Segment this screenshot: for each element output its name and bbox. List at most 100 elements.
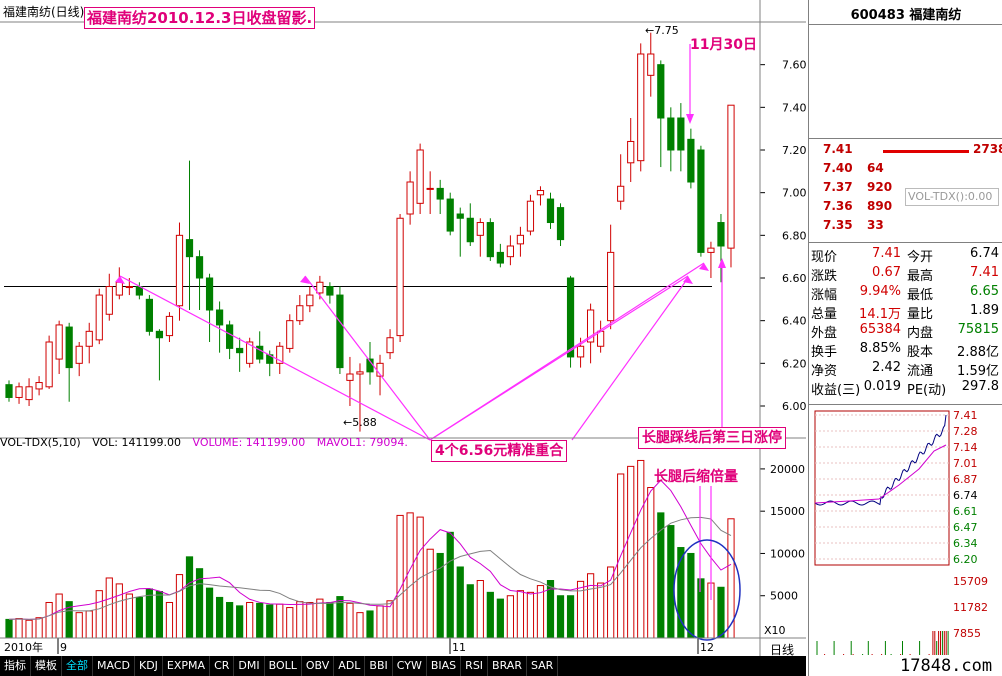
quote-row: 现价 7.41 今开 6.74 (811, 246, 1001, 265)
volume-bar (697, 578, 705, 639)
volume-series (5, 459, 735, 639)
volume-bar (356, 612, 364, 639)
intraday-tick-label: 6.74 (953, 489, 978, 502)
volume-bar (366, 610, 374, 639)
volume-scale-label: X10 (764, 624, 786, 637)
volume-bar (226, 601, 234, 639)
candle-body (326, 286, 334, 296)
candle-body (727, 104, 735, 249)
candle-body (486, 222, 494, 258)
candle-body (215, 309, 224, 326)
indicator-tab[interactable]: MACD (93, 656, 135, 676)
candle-body (226, 324, 234, 349)
intraday-tick-label: 7.01 (953, 457, 978, 470)
candle-body (356, 371, 364, 375)
candle-body (105, 286, 113, 315)
quote-v2: 75815 (957, 322, 999, 337)
volume-bar (5, 618, 13, 639)
candle-body (426, 187, 434, 190)
stock-title: 600483 福建南纺 (850, 8, 962, 23)
volume-bar (556, 595, 565, 639)
quote-v2: 297.8 (961, 379, 999, 394)
candle-body (306, 294, 314, 307)
quote-v1: 65384 (859, 322, 901, 337)
candle-body (707, 247, 715, 253)
volume-bar (667, 525, 675, 639)
volume-bar (637, 459, 645, 639)
intraday-frame (814, 410, 950, 566)
order-volume: 64 (867, 161, 884, 175)
quote-l2: 流通 (907, 364, 934, 379)
quote-row: 换手 8.85% 股本 2.88亿 (811, 341, 1001, 360)
order-volume: 920 (867, 180, 893, 194)
quote-v2: 6.65 (970, 284, 999, 299)
candle-body (617, 185, 625, 202)
candle-body (436, 187, 444, 200)
candle-body (526, 200, 535, 232)
indicator-mavol: MAVOL1: 79094. (316, 436, 408, 449)
indicator-tab[interactable]: CYW (393, 656, 427, 676)
quote-row: 外盘 65384 内盘 75815 (811, 322, 1001, 341)
candle-body (346, 373, 354, 381)
indicator-tab[interactable]: CR (210, 656, 235, 676)
volume-bar (135, 596, 143, 639)
order-price: 7.37 (823, 180, 853, 194)
candle-body (637, 53, 645, 162)
price-tick-label: 7.20 (782, 144, 806, 157)
indicator-tab[interactable]: BRAR (488, 656, 527, 676)
chart-canvas[interactable]: 福建南纺(日线) 7.60 7.40 7.20 7.00 6.80 6.60 6.40 6.2… (0, 0, 806, 656)
indicator-tab[interactable]: BOLL (265, 656, 302, 676)
order-volume: 33 (867, 218, 884, 232)
candle-body (45, 341, 53, 388)
order-price: 7.41 (823, 142, 853, 156)
indicator-tab[interactable]: DMI (234, 656, 265, 676)
quote-table: 现价 7.41 今开 6.74 涨跌 0.67 最高 7.41 涨幅 9.94% 最低 6.65 总量 1… (809, 244, 1002, 404)
candle-body (5, 384, 13, 398)
volume-bar (426, 548, 434, 639)
candle-body (396, 217, 404, 337)
volume-bar (185, 556, 194, 639)
volume-bar (456, 566, 464, 639)
candle-body (35, 382, 43, 390)
candle-body (145, 298, 154, 332)
divider (809, 24, 1002, 25)
indicator-tab[interactable]: RSI (461, 656, 489, 676)
quote-l2: 量比 (907, 307, 934, 322)
volume-bar (215, 596, 224, 639)
order-book-row: 7.40 64 (823, 161, 1001, 178)
arrow-head (718, 258, 726, 268)
candle-body (607, 251, 615, 322)
divider (809, 242, 1002, 243)
intraday-chart[interactable]: 7.41 7.28 7.14 7.01 6.87 6.74 6.61 6.47 6.34 6.20… (809, 405, 1002, 655)
candle-body (657, 64, 665, 119)
indicator-tab[interactable]: BBI (365, 656, 393, 676)
volume-bar (45, 601, 53, 639)
indicator-tab[interactable]: 全部 (62, 656, 93, 676)
volume-bar (105, 577, 113, 639)
indicator-tab[interactable]: EXPMA (163, 656, 211, 676)
volume-tick-label: 5000 (770, 590, 798, 603)
indicator-tab[interactable]: OBV (302, 656, 335, 676)
quote-l1: 涨跌 (811, 269, 838, 284)
order-volume: 890 (867, 199, 893, 213)
indicator-tab[interactable]: 模板 (31, 656, 62, 676)
volume-bar (576, 580, 585, 639)
volume-tick-label: 15000 (770, 505, 805, 518)
intraday-tick-label: 6.61 (953, 505, 978, 518)
volume-bar (266, 604, 274, 639)
quote-v1: 9.94% (859, 284, 901, 299)
indicator-tab[interactable]: 指标 (0, 656, 31, 676)
candle-body (566, 277, 575, 358)
indicator-name[interactable]: VOL-TDX(5,10) (0, 436, 81, 449)
indicator-tab[interactable]: KDJ (135, 656, 163, 676)
quote-v1: 14.1万 (859, 307, 901, 322)
price-tick-label: 6.00 (782, 400, 806, 413)
order-book-row: 7.41 27384 (823, 142, 1002, 159)
indicator-tab[interactable]: SAR (527, 656, 559, 676)
volume-bar (35, 617, 43, 639)
quote-v2: 2.88亿 (957, 345, 999, 360)
indicator-tab[interactable]: BIAS (427, 656, 462, 676)
intraday-tick-label: 6.34 (953, 537, 978, 550)
intraday-vol-tick-label: 15709 (953, 575, 988, 588)
indicator-tab[interactable]: ADL (334, 656, 366, 676)
